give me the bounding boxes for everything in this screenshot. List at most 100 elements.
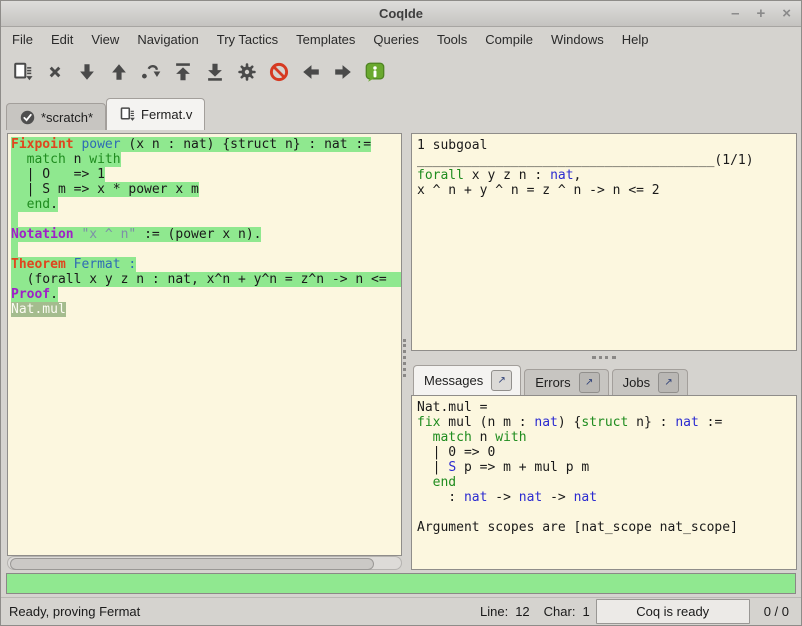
code-line: forall x y z n : nat, [417, 168, 796, 183]
goto-end-button[interactable] [201, 57, 229, 87]
window-title: CoqIde [379, 6, 423, 21]
code-line: Notation "x ^ n" := (power x n). [11, 227, 401, 242]
code-line: match n with [417, 430, 796, 445]
next-button[interactable] [329, 57, 357, 87]
code-line: Theorem Fermat : [11, 257, 401, 272]
line-value: 12 [515, 604, 529, 619]
close-x-icon [44, 61, 66, 83]
code-line: | O => 1 [11, 167, 401, 182]
code-line [417, 505, 796, 520]
code-line: end [417, 475, 796, 490]
code-line: x ^ n + y ^ n = z ^ n -> n <= 2 [417, 183, 796, 198]
code-line: (forall x y z n : nat, x^n + y^n = z^n -… [11, 272, 401, 287]
tab-messages[interactable]: Messages ↗ [413, 365, 521, 395]
close-button[interactable]: × [782, 6, 791, 21]
script-editor[interactable]: Fixpoint power (x n : nat) {struct n} : … [7, 133, 402, 556]
menu-bar: FileEditViewNavigationTry TacticsTemplat… [1, 27, 801, 51]
vertical-splitter-handle[interactable] [403, 339, 406, 377]
code-line: match n with [11, 152, 401, 167]
backward-button[interactable] [105, 57, 133, 87]
goto-cursor-icon [140, 61, 162, 83]
gear-icon [236, 61, 258, 83]
code-line: : nat -> nat -> nat [417, 490, 796, 505]
tab-jobs[interactable]: Jobs ↗ [612, 369, 688, 395]
code-line: | S p => m + mul p m [417, 460, 796, 475]
arrow-right-icon [332, 61, 354, 83]
char-label: Char: [544, 604, 576, 619]
tab-fermat[interactable]: Fermat.v [106, 98, 205, 130]
minimize-button[interactable]: – [731, 6, 739, 21]
menu-item-file[interactable]: File [3, 29, 42, 50]
save-button[interactable] [9, 57, 37, 87]
menu-item-navigation[interactable]: Navigation [128, 29, 207, 50]
horizontal-scrollbar[interactable] [7, 556, 402, 570]
menu-item-compile[interactable]: Compile [476, 29, 542, 50]
code-line: end. [11, 197, 401, 212]
tab-label: Messages [424, 373, 483, 388]
menu-item-help[interactable]: Help [613, 29, 658, 50]
toolbar [1, 51, 801, 93]
code-line: Proof. [11, 287, 401, 302]
code-line: Nat.mul = [417, 400, 796, 415]
detach-arrow-icon[interactable]: ↗ [491, 370, 512, 391]
tab-label: Jobs [623, 375, 650, 390]
previous-button[interactable] [297, 57, 325, 87]
forward-button[interactable] [73, 57, 101, 87]
status-bar: Ready, proving Fermat Line: 12 Char: 1 C… [1, 597, 801, 625]
goto-cursor-button[interactable] [137, 57, 165, 87]
detach-arrow-icon[interactable]: ↗ [579, 372, 600, 393]
maximize-button[interactable]: + [756, 6, 765, 21]
window-controls: – + × [731, 1, 791, 26]
coq-status-text: Coq is ready [636, 604, 709, 619]
arrow-up-bar-icon [172, 61, 194, 83]
menu-item-templates[interactable]: Templates [287, 29, 364, 50]
coq-status-indicator[interactable]: Coq is ready [596, 599, 750, 624]
interrupt-icon [268, 61, 290, 83]
check-circle-icon [19, 109, 36, 126]
goal-panel[interactable]: 1 subgoal_______________________________… [411, 133, 797, 351]
scrollbar-thumb[interactable] [10, 558, 374, 570]
goto-start-button[interactable] [169, 57, 197, 87]
tab-label: Errors [535, 375, 570, 390]
menu-item-tools[interactable]: Tools [428, 29, 476, 50]
horizontal-splitter[interactable] [411, 351, 797, 363]
code-line [11, 242, 401, 257]
menu-item-view[interactable]: View [82, 29, 128, 50]
status-text: Ready, proving Fermat [9, 604, 140, 619]
doc-down-icon [12, 61, 34, 83]
menu-item-edit[interactable]: Edit [42, 29, 82, 50]
messages-panel[interactable]: Nat.mul =fix mul (n m : nat) {struct n} … [411, 395, 797, 570]
arrow-up-icon [108, 61, 130, 83]
tab-label: Fermat.v [141, 107, 192, 122]
code-line: fix mul (n m : nat) {struct n} : nat := [417, 415, 796, 430]
tab-errors[interactable]: Errors ↗ [524, 369, 608, 395]
code-line: | S m => x * power x m [11, 182, 401, 197]
script-pane: Fixpoint power (x n : nat) {struct n} : … [7, 133, 402, 570]
interrupt-button[interactable] [265, 57, 293, 87]
right-column: 1 subgoal_______________________________… [411, 133, 797, 570]
tab-label: *scratch* [41, 110, 93, 125]
message-tabbar: Messages ↗ Errors ↗ Jobs ↗ [411, 363, 797, 395]
arrow-left-icon [300, 61, 322, 83]
menu-item-queries[interactable]: Queries [364, 29, 428, 50]
detach-arrow-icon[interactable]: ↗ [658, 372, 679, 393]
doc-down-icon [119, 106, 136, 123]
code-line [11, 212, 401, 227]
line-label: Line: [480, 604, 508, 619]
horizontal-splitter-handle[interactable] [592, 356, 616, 359]
code-line: Nat.mul [11, 302, 401, 317]
reset-button[interactable] [233, 57, 261, 87]
titlebar[interactable]: CoqIde – + × [1, 1, 801, 27]
code-line: ______________________________________(1… [417, 153, 796, 168]
char-value: 1 [582, 604, 589, 619]
menu-item-windows[interactable]: Windows [542, 29, 613, 50]
menu-item-try-tactics[interactable]: Try Tactics [208, 29, 287, 50]
tab-scratch[interactable]: *scratch* [6, 103, 106, 130]
about-button[interactable] [361, 57, 389, 87]
editor-tabbar: *scratch* Fermat.v [1, 93, 801, 130]
info-icon [364, 61, 386, 83]
code-line: Fixpoint power (x n : nat) {struct n} : … [11, 137, 401, 152]
close-buffer-button[interactable] [41, 57, 69, 87]
progress-bar [6, 573, 796, 594]
arrow-down-icon [76, 61, 98, 83]
